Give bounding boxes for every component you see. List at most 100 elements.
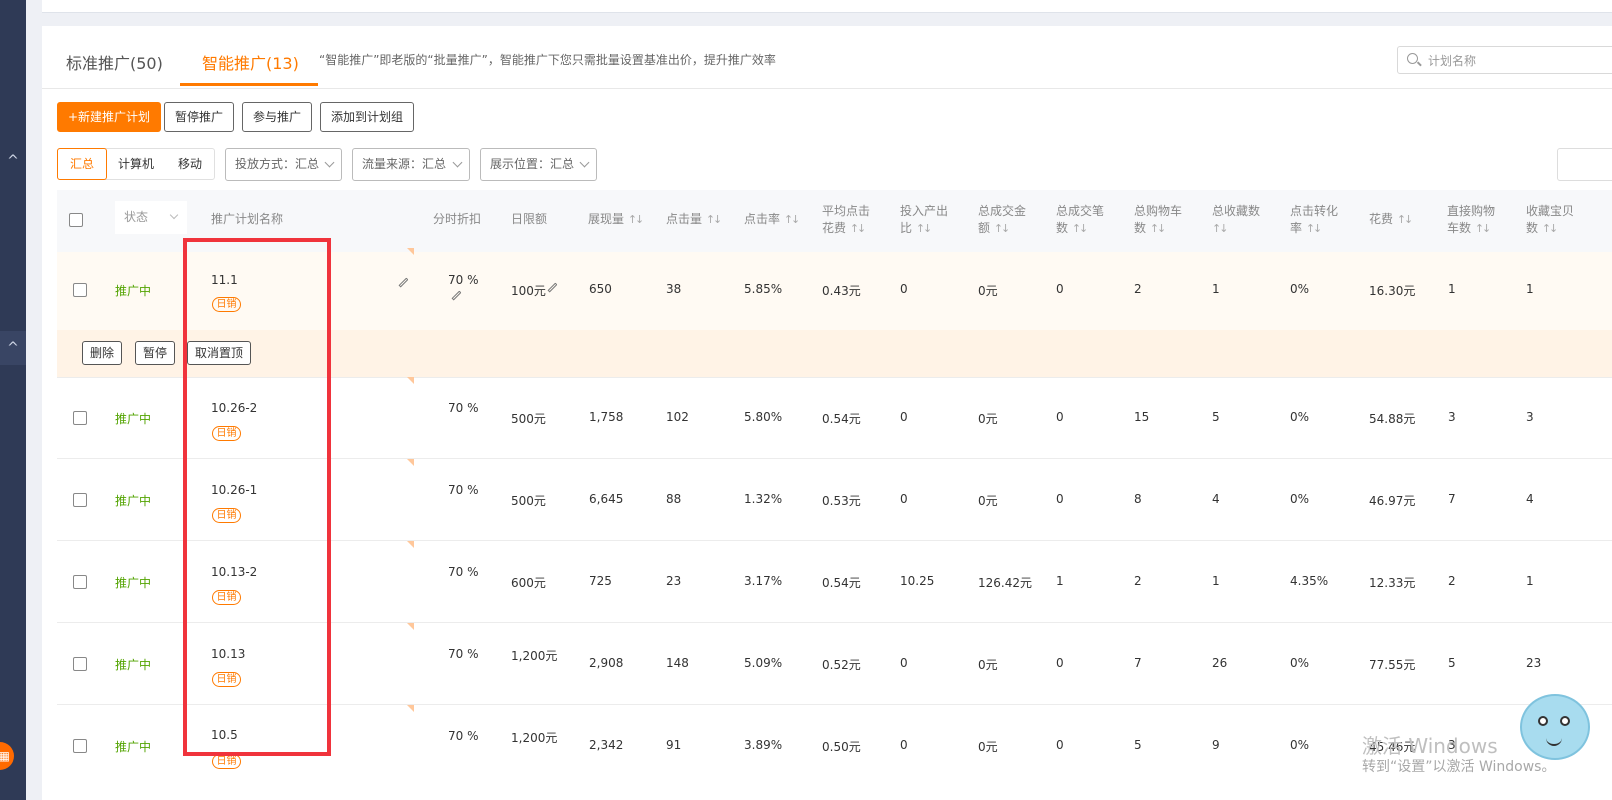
- row-checkbox[interactable]: [73, 575, 87, 589]
- row-checkbox[interactable]: [73, 657, 87, 671]
- cart-header[interactable]: 总购物车数 ↑↓: [1134, 203, 1182, 237]
- delivery-method-dropdown[interactable]: 投放方式：汇总: [225, 148, 342, 181]
- name-header: 推广计划名称: [211, 212, 284, 226]
- column-settings-button[interactable]: [1557, 148, 1612, 181]
- header-label: 投入产出: [900, 204, 949, 218]
- daily-limit-value: 500元: [511, 412, 546, 426]
- avg-cpc-value: 0.54元: [822, 576, 861, 590]
- cvr-value: 0%: [1290, 738, 1310, 752]
- fav-item-value: 1: [1526, 282, 1534, 296]
- daily-limit-header: 日限额: [511, 212, 548, 226]
- search-input[interactable]: [1426, 51, 1580, 71]
- delete-button[interactable]: 删除: [82, 341, 123, 365]
- add-to-group-button[interactable]: 添加到计划组: [320, 102, 415, 132]
- fav-item-value: 3: [1526, 410, 1534, 424]
- header-label: 平均点击: [822, 204, 871, 218]
- sort-icon: ↑↓: [849, 222, 867, 235]
- avg-cpc-value: 0.43元: [822, 284, 861, 298]
- sort-icon: ↑↓: [1541, 222, 1559, 235]
- chevron-down-icon: [452, 157, 463, 168]
- windows-activation-hint: 转到“设置”以激活 Windows。: [1362, 759, 1556, 775]
- header-label: 收藏宝贝: [1526, 204, 1575, 218]
- header-label: 直接购物: [1447, 204, 1496, 218]
- clicks-value: 38: [666, 282, 682, 296]
- direct-cart-header[interactable]: 直接购物 车数 ↑↓: [1447, 203, 1495, 237]
- sort-icon: ↑↓: [783, 213, 801, 226]
- direct-cart-value: 3: [1448, 410, 1456, 424]
- roi-header[interactable]: 投入产出比 ↑↓: [900, 203, 948, 237]
- gmv-value: 0元: [978, 284, 998, 298]
- traffic-source-dropdown[interactable]: 流量来源：汇总: [352, 148, 470, 181]
- sort-icon: ↑↓: [705, 213, 723, 226]
- new-plan-button[interactable]: +新建推广计划: [57, 102, 162, 132]
- pause-promotion-button[interactable]: 暂停推广: [164, 102, 235, 132]
- pause-button[interactable]: 暂停: [135, 341, 176, 365]
- status-text: 推广中: [115, 740, 152, 754]
- dropdown-label: 流量来源：汇总: [362, 157, 447, 171]
- cvr-header[interactable]: 点击转化率 ↑↓: [1290, 203, 1338, 237]
- top-strip: [42, 0, 1612, 13]
- fav-item-header[interactable]: 收藏宝贝数 ↑↓: [1526, 203, 1574, 237]
- orders-value: 0: [1056, 656, 1064, 670]
- segment-summary[interactable]: 汇总: [57, 148, 108, 180]
- roi-value: 0: [900, 282, 908, 296]
- daily-limit-value: 1,200元: [511, 649, 558, 663]
- tab-smart[interactable]: 智能推广(13): [202, 50, 299, 74]
- chevron-up-icon[interactable]: ^: [0, 144, 26, 178]
- dropdown-label: 展示位置：汇总: [490, 157, 575, 171]
- ctr-value: 1.32%: [744, 492, 783, 506]
- segment-mobile[interactable]: 移动: [166, 149, 214, 179]
- roi-value: 10.25: [900, 574, 935, 588]
- discount-header: 分时折扣: [433, 212, 482, 226]
- status-text: 推广中: [115, 284, 152, 298]
- header-label: 总收藏数: [1212, 204, 1261, 218]
- segment-computer[interactable]: 计算机: [106, 149, 166, 179]
- impressions-header[interactable]: 展现量 ↑↓: [588, 211, 644, 228]
- chevron-up-icon[interactable]: ^: [0, 331, 26, 365]
- impressions-value: 725: [589, 574, 612, 588]
- avg-cpc-header[interactable]: 平均点击 花费 ↑↓: [822, 203, 870, 237]
- cost-header[interactable]: 花费 ↑↓: [1369, 211, 1413, 228]
- cart-value: 5: [1134, 738, 1142, 752]
- ctr-value: 5.85%: [744, 282, 783, 296]
- pin-corner-icon: [407, 623, 414, 630]
- edit-pencil-icon[interactable]: [547, 282, 558, 293]
- row-checkbox[interactable]: [73, 283, 87, 297]
- pin-corner-icon: [407, 459, 414, 466]
- cost-value: 12.33元: [1369, 576, 1416, 590]
- fav-header[interactable]: 总收藏数 ↑↓: [1212, 203, 1260, 237]
- edit-pencil-icon[interactable]: [398, 277, 409, 288]
- row-checkbox[interactable]: [73, 493, 87, 507]
- ctr-header[interactable]: 点击率 ↑↓: [744, 211, 801, 228]
- status-filter-dropdown[interactable]: 状态: [115, 201, 187, 234]
- header-label: 总成交金: [978, 204, 1027, 218]
- row-checkbox[interactable]: [73, 739, 87, 753]
- select-all-checkbox[interactable]: [69, 213, 83, 227]
- pin-corner-icon: [407, 705, 414, 712]
- ctr-value: 3.17%: [744, 574, 783, 588]
- fav-value: 9: [1212, 738, 1220, 752]
- orders-header[interactable]: 总成交笔数 ↑↓: [1056, 203, 1104, 237]
- gmv-value: 0元: [978, 658, 998, 672]
- clicks-value: 148: [666, 656, 689, 670]
- edit-pencil-icon[interactable]: [451, 290, 462, 301]
- cvr-value: 0%: [1290, 492, 1310, 506]
- display-position-dropdown[interactable]: 展示位置：汇总: [480, 148, 597, 181]
- orders-value: 0: [1056, 410, 1064, 424]
- search-box[interactable]: [1397, 46, 1612, 74]
- join-promotion-button[interactable]: 参与推广: [242, 102, 313, 132]
- ctr-value: 3.89%: [744, 738, 783, 752]
- impressions-value: 2,908: [589, 656, 624, 670]
- gmv-header[interactable]: 总成交金额 ↑↓: [978, 203, 1026, 237]
- assistant-mascot-icon[interactable]: [1520, 694, 1590, 760]
- header-label: 额: [978, 221, 991, 235]
- cart-value: 7: [1134, 656, 1142, 670]
- cvr-value: 0%: [1290, 410, 1310, 424]
- gmv-value: 126.42元: [978, 576, 1032, 590]
- pin-corner-icon: [407, 541, 414, 548]
- tab-standard[interactable]: 标准推广(50): [66, 50, 163, 74]
- row-checkbox[interactable]: [73, 411, 87, 425]
- fav-value: 1: [1212, 574, 1220, 588]
- clicks-header[interactable]: 点击量 ↑↓: [666, 211, 723, 228]
- cost-value: 54.88元: [1369, 412, 1416, 426]
